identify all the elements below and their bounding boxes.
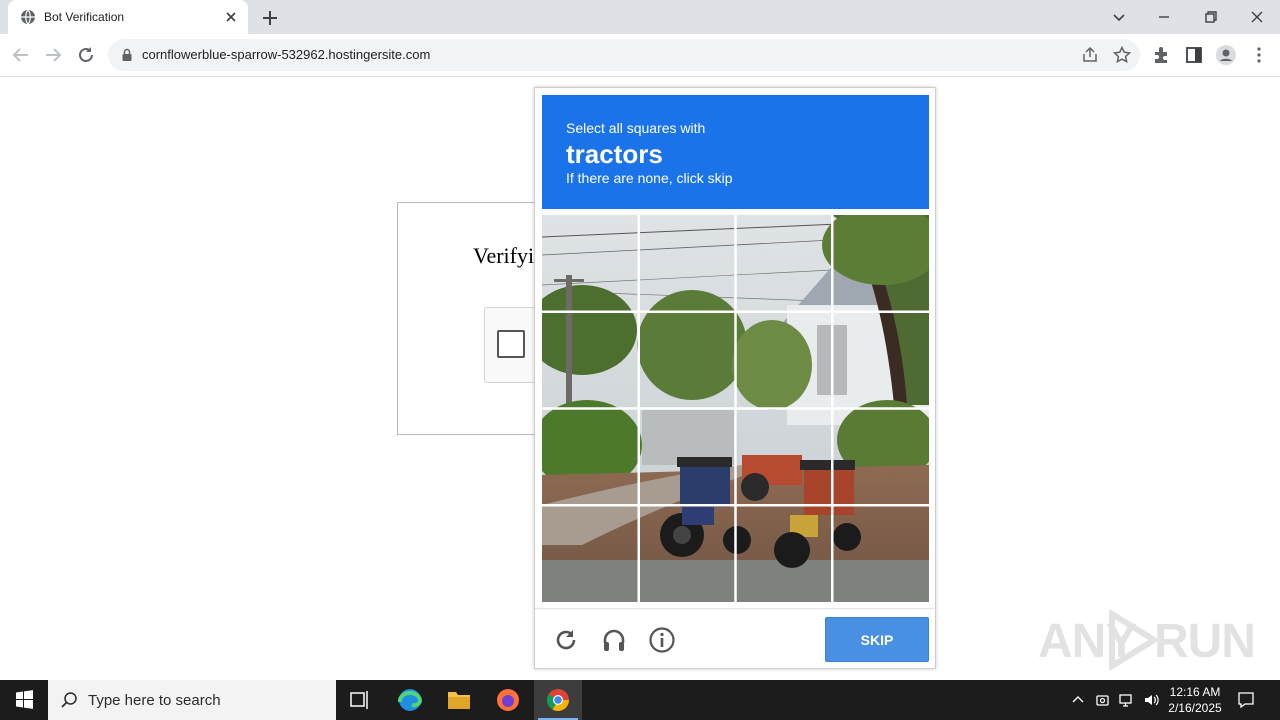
- close-tab-icon[interactable]: [224, 10, 238, 24]
- audio-icon[interactable]: [600, 626, 628, 654]
- system-clock[interactable]: 12:16 AM 2/16/2025: [1162, 684, 1228, 716]
- forward-icon[interactable]: [42, 44, 64, 66]
- chrome-icon: [547, 689, 569, 711]
- tab-title: Bot Verification: [44, 10, 125, 24]
- url-text[interactable]: cornflowerblue-sparrow-532962.hostingers…: [142, 47, 430, 62]
- not-robot-checkbox[interactable]: [497, 330, 525, 358]
- task-view-icon[interactable]: [336, 680, 384, 720]
- globe-icon: [21, 9, 35, 25]
- search-icon: [61, 692, 77, 708]
- show-hidden-icons-icon[interactable]: [1069, 691, 1087, 709]
- tab-strip: Bot Verification: [0, 0, 1280, 34]
- search-placeholder: Type here to search: [88, 692, 221, 709]
- close-window-icon[interactable]: [1246, 6, 1268, 28]
- reload-icon[interactable]: [552, 626, 580, 654]
- notifications-icon[interactable]: [1236, 690, 1256, 710]
- restore-icon[interactable]: [1200, 6, 1222, 28]
- watermark-right: RUN: [1154, 615, 1256, 668]
- edge-icon[interactable]: [386, 680, 434, 720]
- extensions-icon[interactable]: [1151, 44, 1173, 66]
- address-bar[interactable]: cornflowerblue-sparrow-532962.hostingers…: [108, 39, 1140, 71]
- browser-toolbar: cornflowerblue-sparrow-532962.hostingers…: [0, 34, 1280, 77]
- info-icon[interactable]: [648, 626, 676, 654]
- firefox-icon[interactable]: [484, 680, 532, 720]
- share-icon[interactable]: [1080, 45, 1100, 65]
- profile-avatar-icon[interactable]: [1215, 44, 1237, 66]
- clock-date: 2/16/2025: [1168, 701, 1222, 715]
- chrome-taskbar-button[interactable]: [534, 680, 582, 720]
- captcha-header: Select all squares with tractors If ther…: [542, 95, 929, 209]
- captcha-target-object: tractors: [566, 139, 663, 169]
- minimize-icon[interactable]: [1153, 6, 1175, 28]
- new-tab-icon[interactable]: [260, 8, 280, 28]
- windows-taskbar: Type here to search 12:16 AM 2/16/2025: [0, 680, 1280, 720]
- skip-button[interactable]: SKIP: [825, 617, 929, 662]
- file-explorer-icon[interactable]: [435, 680, 483, 720]
- side-panel-icon[interactable]: [1183, 44, 1205, 66]
- lock-icon[interactable]: [120, 48, 134, 62]
- clock-time: 12:16 AM: [1169, 685, 1221, 699]
- play-logo-icon: [1109, 610, 1160, 670]
- bookmark-star-icon[interactable]: [1112, 45, 1132, 65]
- reload-page-icon[interactable]: [75, 44, 97, 66]
- volume-icon[interactable]: [1142, 691, 1160, 709]
- captcha-challenge: Select all squares with tractors If ther…: [534, 87, 936, 669]
- captcha-image-grid: [542, 215, 929, 602]
- network-icon[interactable]: [1118, 691, 1136, 709]
- tab-bot-verification[interactable]: Bot Verification: [8, 0, 248, 34]
- captcha-hint: If there are none, click skip: [566, 170, 733, 186]
- anyrun-watermark: ANY RUN: [1038, 608, 1256, 672]
- windows-start-icon[interactable]: [0, 680, 48, 720]
- captcha-footer: SKIP: [535, 608, 935, 668]
- menu-dots-icon[interactable]: [1248, 44, 1270, 66]
- page-title: Verifyi: [473, 243, 535, 268]
- captcha-instruction: Select all squares with: [566, 120, 706, 136]
- meet-now-icon[interactable]: [1094, 691, 1112, 709]
- back-icon[interactable]: [10, 44, 32, 66]
- tab-search-icon[interactable]: [1108, 6, 1130, 28]
- taskbar-search[interactable]: Type here to search: [48, 680, 336, 720]
